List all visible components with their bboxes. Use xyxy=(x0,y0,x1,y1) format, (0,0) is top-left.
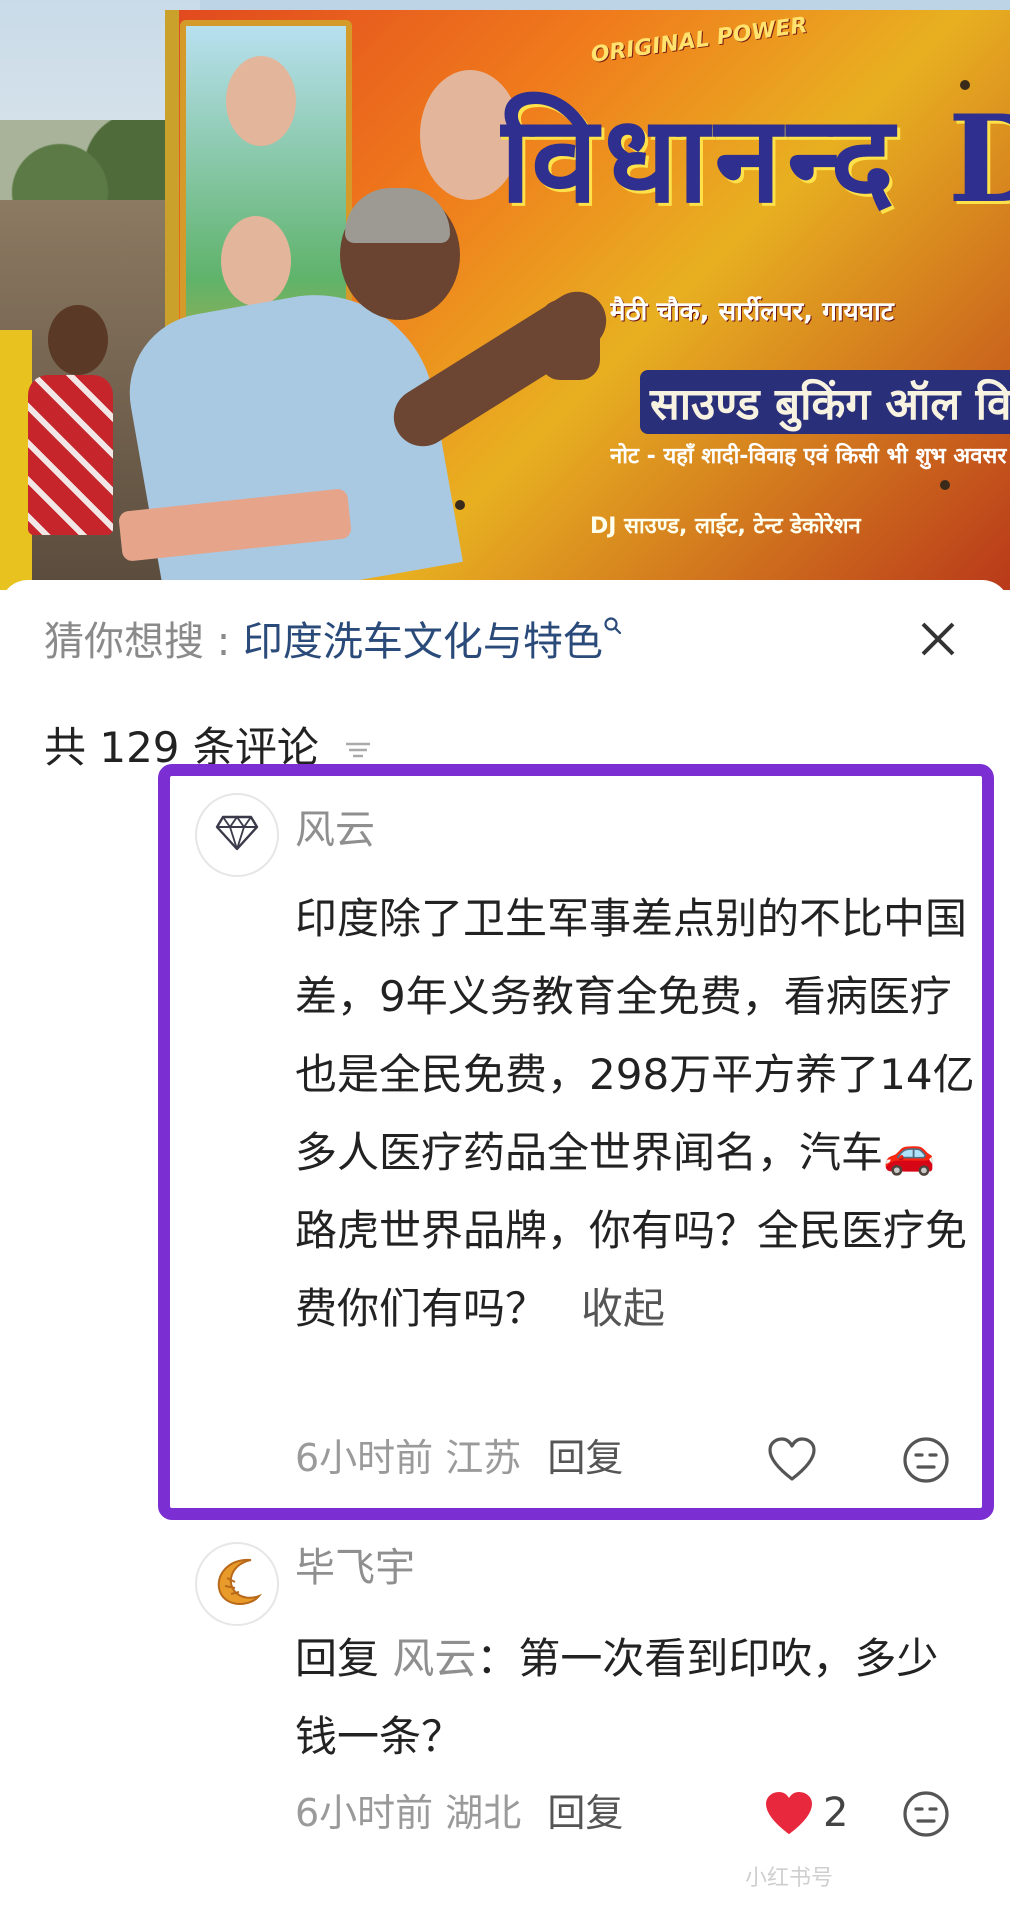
close-icon[interactable] xyxy=(910,612,966,672)
hole xyxy=(940,480,950,490)
comment-body[interactable]: 回复 风云：第一次看到印吹，多少钱一条？ xyxy=(295,1620,975,1776)
child-shirt xyxy=(28,375,113,535)
croissant-icon xyxy=(207,1552,267,1616)
diamond-icon xyxy=(215,815,259,855)
emoji-icon[interactable] xyxy=(900,1434,952,1486)
post-photo[interactable]: ORIGINAL POWER विधानन्द DJ मैठी चौक, सार… xyxy=(0,0,1010,590)
child-head xyxy=(48,305,108,375)
reply-mention[interactable]: 风云 xyxy=(392,1634,476,1683)
reply-prefix: 回复 xyxy=(295,1634,380,1683)
search-suggestion[interactable]: 猜你想搜 : 印度洗车文化与特色 xyxy=(44,612,1004,672)
reply-button[interactable]: 回复 xyxy=(547,1436,623,1480)
avatar[interactable] xyxy=(195,793,279,877)
comment-body[interactable]: 印度除了卫生军事差点别的不比中国差，9年义务教育全免费，看病医疗也是全民免费，2… xyxy=(295,880,975,1348)
reply-button[interactable]: 回复 xyxy=(547,1791,623,1835)
like-count: 2 xyxy=(823,1790,849,1836)
comment-time: 6小时前 xyxy=(295,1436,434,1480)
heart-icon[interactable] xyxy=(765,1433,819,1487)
comment-meta: 6小时前 江苏 回复 xyxy=(295,1430,623,1486)
comment-time: 6小时前 xyxy=(295,1791,434,1835)
hole xyxy=(960,80,970,90)
comment-location: 江苏 xyxy=(445,1436,522,1480)
suggestion-term[interactable]: 印度洗车文化与特色 xyxy=(243,619,603,665)
comment-username[interactable]: 风云 xyxy=(295,805,375,855)
banner-line: नोट - यहाँ शादी-विवाह एवं किसी भी शुभ अव… xyxy=(610,444,1007,469)
poster-face xyxy=(221,216,291,306)
search-icon[interactable] xyxy=(603,612,623,648)
comment-location: 湖北 xyxy=(445,1791,522,1835)
watermark: 小红书号 xyxy=(745,1866,834,1891)
comment-text: 印度除了卫生军事差点别的不比中国差，9年义务教育全免费，看病医疗也是全民免费，2… xyxy=(295,894,975,1333)
comment-username[interactable]: 毕飞宇 xyxy=(295,1543,415,1593)
comment-meta: 6小时前 湖北 回复 xyxy=(295,1785,623,1841)
emoji-icon[interactable] xyxy=(900,1788,952,1840)
banner-title: विधानन्द DJ xyxy=(500,89,1010,230)
avatar[interactable] xyxy=(195,1542,279,1626)
banner-line: साउण्ड बुकिंग ऑल वि xyxy=(640,370,1010,434)
banner-line: मैठी चौक, सार्रीलपर, गायघाट xyxy=(610,297,894,327)
hole xyxy=(455,500,465,510)
collapse-link[interactable]: 收起 xyxy=(581,1284,665,1333)
banner-line: DJ साउण्ड, लाईट, टेन्ट डेकोरेशन xyxy=(590,514,861,539)
man-hand xyxy=(540,300,600,380)
poster-face xyxy=(226,56,296,146)
suggestion-prefix: 猜你想搜 : xyxy=(44,619,243,665)
heart-icon[interactable] xyxy=(762,1787,816,1841)
